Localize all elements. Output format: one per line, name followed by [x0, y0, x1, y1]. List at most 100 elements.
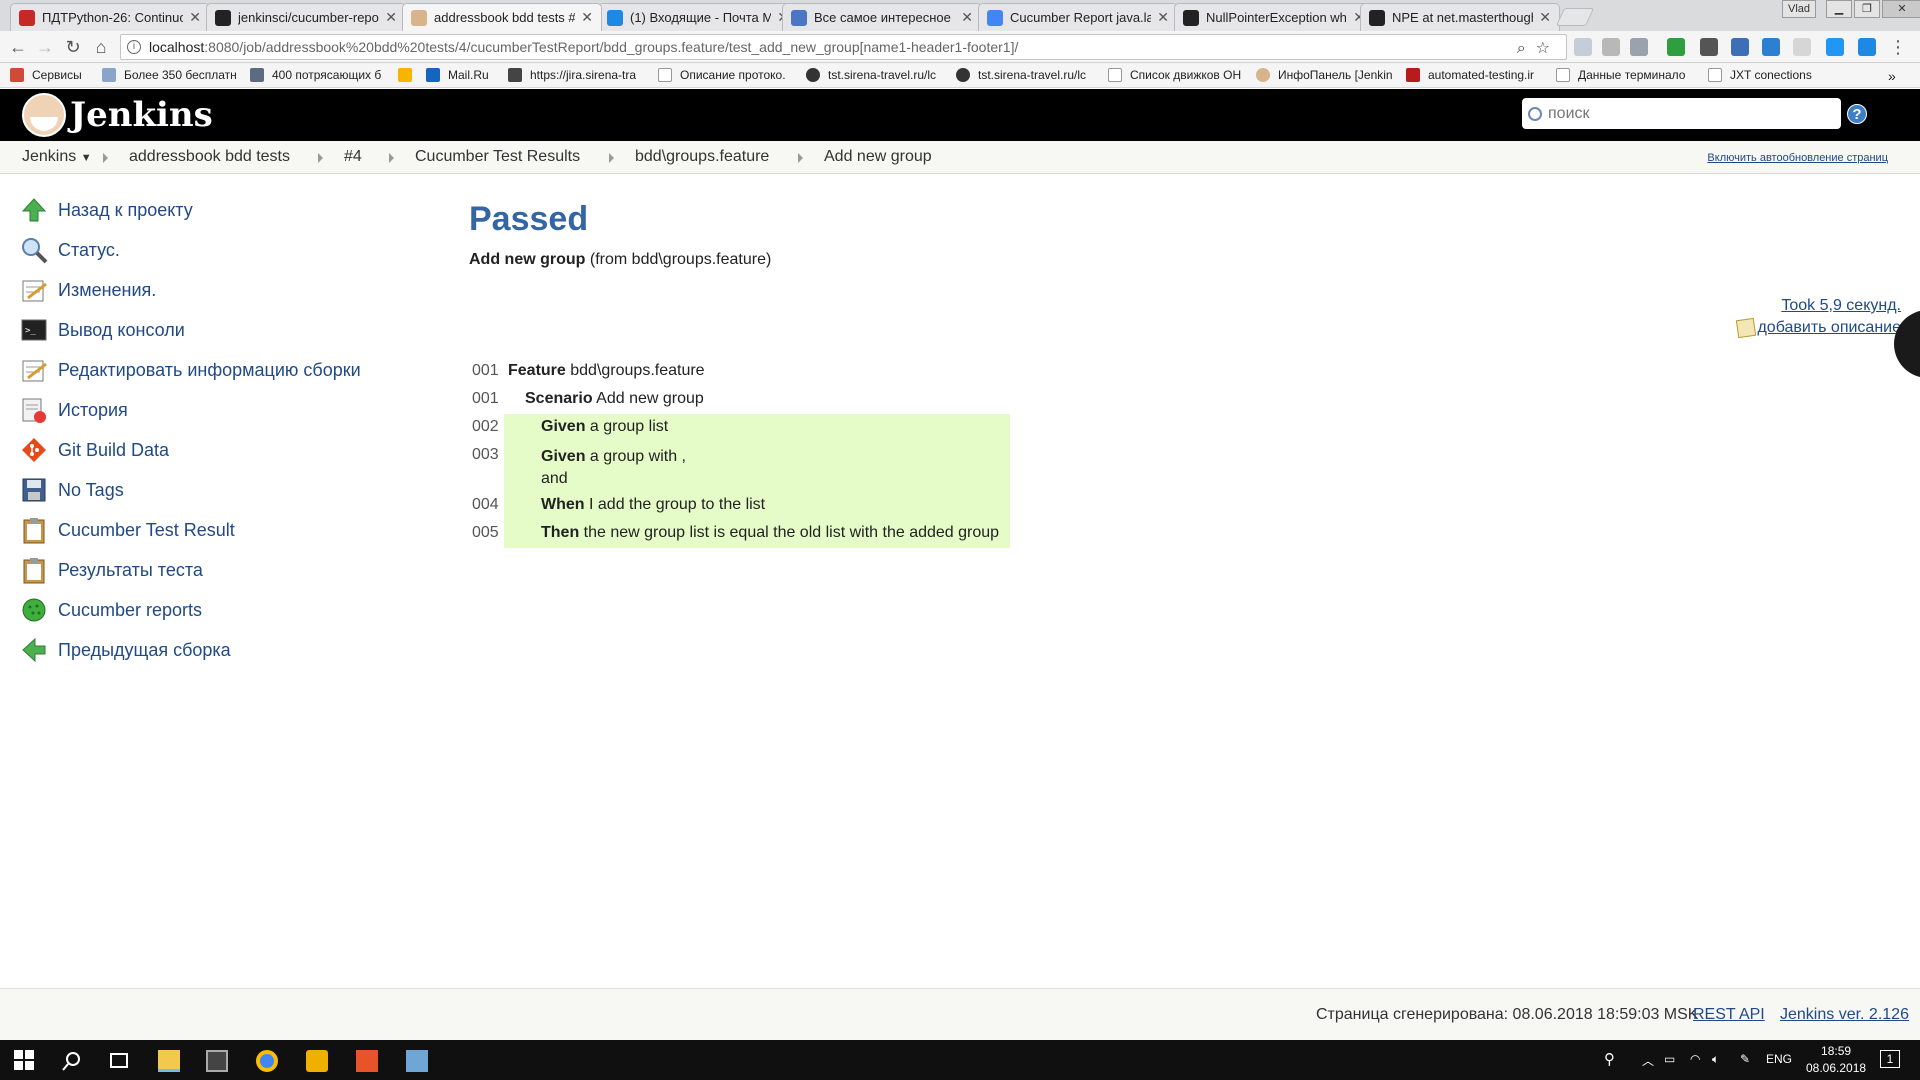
bookmark-item[interactable]: automated-testing.ir: [1406, 68, 1534, 82]
language-indicator[interactable]: ENG: [1766, 1052, 1792, 1066]
close-tab-icon[interactable]: ✕: [385, 9, 397, 26]
bookmark-item[interactable]: JXT conections: [1708, 68, 1812, 82]
bookmark-item[interactable]: tst.sirena-travel.ru/lc: [956, 68, 1086, 82]
excel-extension-icon[interactable]: [1667, 38, 1685, 56]
minimize-button[interactable]: ▁: [1826, 0, 1852, 18]
browser-tab-active[interactable]: addressbook bdd tests #4 ✕: [402, 3, 602, 31]
volume-icon[interactable]: 🔈︎: [1712, 1052, 1719, 1067]
xampp-icon[interactable]: [356, 1050, 378, 1072]
sidebar-item-changes[interactable]: Изменения.: [20, 270, 420, 310]
bookmark-item[interactable]: Данные терминало: [1556, 68, 1685, 82]
sidebar-item-test-results[interactable]: Результаты теста: [20, 550, 420, 590]
bookmark-item[interactable]: 400 потрясающих б: [250, 68, 381, 82]
cast-icon[interactable]: [1630, 38, 1648, 56]
browser-tab[interactable]: ПДТPython-26: Continuo ✕: [10, 3, 210, 31]
people-icon[interactable]: ⚲: [1604, 1050, 1615, 1068]
browser-tab[interactable]: (1) Входящие - Почта M✕: [598, 3, 798, 31]
extension-icon[interactable]: [1858, 38, 1876, 56]
svg-text:>_: >_: [25, 326, 36, 336]
bookmark-item[interactable]: https://jira.sirena-tra: [508, 68, 636, 82]
new-tab-button[interactable]: [1555, 8, 1595, 26]
sidebar-item-status[interactable]: Статус.: [20, 230, 420, 270]
extension-icon[interactable]: [1700, 38, 1718, 56]
forward-button[interactable]: →: [35, 37, 55, 57]
address-path: :8080/job/addressbook%20bdd%20tests/4/cu…: [204, 39, 1019, 55]
bookmark-item[interactable]: Mail.Ru: [426, 68, 489, 82]
sidebar-item-cucumber-test-result[interactable]: Cucumber Test Result: [20, 510, 420, 550]
zoom-icon[interactable]: ⌕: [1517, 40, 1536, 57]
bookmark-item[interactable]: Более 350 бесплатн: [102, 68, 237, 82]
extension-icon[interactable]: [1762, 38, 1780, 56]
bookmark-star-icon[interactable]: ☆: [1536, 40, 1560, 57]
sidebar-item-cucumber-reports[interactable]: Cucumber reports: [20, 590, 420, 630]
jenkins-version-link[interactable]: Jenkins ver. 2.126: [1780, 1006, 1909, 1024]
windows-start-icon[interactable]: [14, 1050, 36, 1072]
task-view-icon[interactable]: [108, 1050, 130, 1072]
breadcrumb-job[interactable]: addressbook bdd tests: [129, 148, 290, 166]
chevron-up-icon[interactable]: ︿: [1642, 1052, 1654, 1069]
extension-icon[interactable]: [1731, 38, 1749, 56]
back-button[interactable]: ←: [8, 37, 28, 57]
sidebar-item-console[interactable]: >_ Вывод консоли: [20, 310, 420, 350]
breadcrumb-build[interactable]: #4: [344, 148, 362, 166]
sidebar-item-back-to-project[interactable]: Назад к проекту: [20, 190, 420, 230]
more-bookmarks-icon[interactable]: »: [1888, 68, 1896, 84]
help-icon[interactable]: ?: [1847, 104, 1867, 124]
notifications-icon[interactable]: 1: [1880, 1050, 1900, 1068]
close-tab-icon[interactable]: ✕: [581, 9, 593, 26]
reload-button[interactable]: ↻: [63, 37, 83, 57]
app-icon[interactable]: [406, 1050, 428, 1072]
sidebar-item-git-build-data[interactable]: Git Build Data: [20, 430, 420, 470]
close-tab-icon[interactable]: ✕: [189, 9, 201, 26]
file-explorer-icon[interactable]: [158, 1050, 180, 1072]
battery-icon[interactable]: ▭: [1664, 1052, 1675, 1066]
extension-icon[interactable]: [1602, 38, 1620, 56]
bookmark-item[interactable]: ИнфоПанель [Jenkin: [1256, 68, 1393, 82]
info-icon[interactable]: i: [127, 40, 141, 54]
maximize-button[interactable]: ❐: [1854, 0, 1880, 18]
search-input[interactable]: [1548, 104, 1828, 123]
bookmark-item[interactable]: Список движков ОН: [1108, 68, 1241, 82]
wifi-icon[interactable]: ◠: [1690, 1052, 1700, 1066]
sidebar-item-no-tags[interactable]: No Tags: [20, 470, 420, 510]
menu-icon[interactable]: ⋮: [1888, 37, 1908, 57]
sidebar-item-edit-build-info[interactable]: Редактировать информацию сборки: [20, 350, 420, 390]
skype-extension-icon[interactable]: [1574, 38, 1592, 56]
home-button[interactable]: ⌂: [91, 37, 111, 57]
search-icon[interactable]: [61, 1050, 83, 1072]
browser-tab[interactable]: Cucumber Report java.la ✕: [978, 3, 1178, 31]
sidebar-item-history[interactable]: История: [20, 390, 420, 430]
bookmark-item[interactable]: tst.sirena-travel.ru/lc: [806, 68, 936, 82]
breadcrumb-jenkins[interactable]: Jenkins ▼: [22, 148, 92, 166]
jenkins-logo-icon[interactable]: [22, 93, 66, 137]
close-window-button[interactable]: ✕: [1882, 0, 1920, 18]
extension-icon[interactable]: [1793, 38, 1811, 56]
system-clock[interactable]: 18:59 08.06.2018: [1806, 1043, 1866, 1077]
auto-refresh-link[interactable]: Включить автообновление страниц: [1707, 152, 1888, 164]
add-description-link[interactable]: добавить описание: [1736, 317, 1901, 339]
breadcrumb-feature[interactable]: bdd\groups.feature: [635, 148, 769, 166]
store-icon[interactable]: [206, 1050, 228, 1072]
browser-tab[interactable]: NullPointerException wh✕: [1174, 3, 1374, 31]
pen-icon[interactable]: ✎: [1740, 1052, 1750, 1066]
close-tab-icon[interactable]: ✕: [961, 9, 973, 26]
jenkins-title[interactable]: Jenkins: [70, 95, 213, 135]
close-tab-icon[interactable]: ✕: [1539, 9, 1551, 26]
sidebar-item-previous-build[interactable]: Предыдущая сборка: [20, 630, 420, 670]
breadcrumb-test-results[interactable]: Cucumber Test Results: [415, 148, 580, 166]
browser-tab[interactable]: jenkinsci/cucumber-repo ✕: [206, 3, 406, 31]
address-bar[interactable]: i localhost:8080/job/addressbook%20bdd%2…: [120, 34, 1567, 60]
profile-button[interactable]: Vlad: [1782, 0, 1816, 18]
bookmark-item[interactable]: Описание протоко.: [658, 68, 786, 82]
bookmark-item[interactable]: Сервисы: [10, 68, 82, 82]
chrome-icon[interactable]: [256, 1050, 278, 1072]
bookmark-item[interactable]: [398, 68, 420, 82]
extension-icon[interactable]: [1826, 38, 1844, 56]
browser-tab[interactable]: NPE at net.masterthough ✕: [1360, 3, 1560, 31]
took-duration-link[interactable]: Took 5,9 секунд.: [1781, 297, 1901, 315]
browser-tab[interactable]: Все самое интересное и ✕: [782, 3, 982, 31]
close-tab-icon[interactable]: ✕: [1157, 9, 1169, 26]
database-icon[interactable]: [306, 1050, 328, 1072]
rest-api-link[interactable]: REST API: [1693, 1006, 1765, 1024]
breadcrumb-scenario[interactable]: Add new group: [824, 148, 932, 166]
